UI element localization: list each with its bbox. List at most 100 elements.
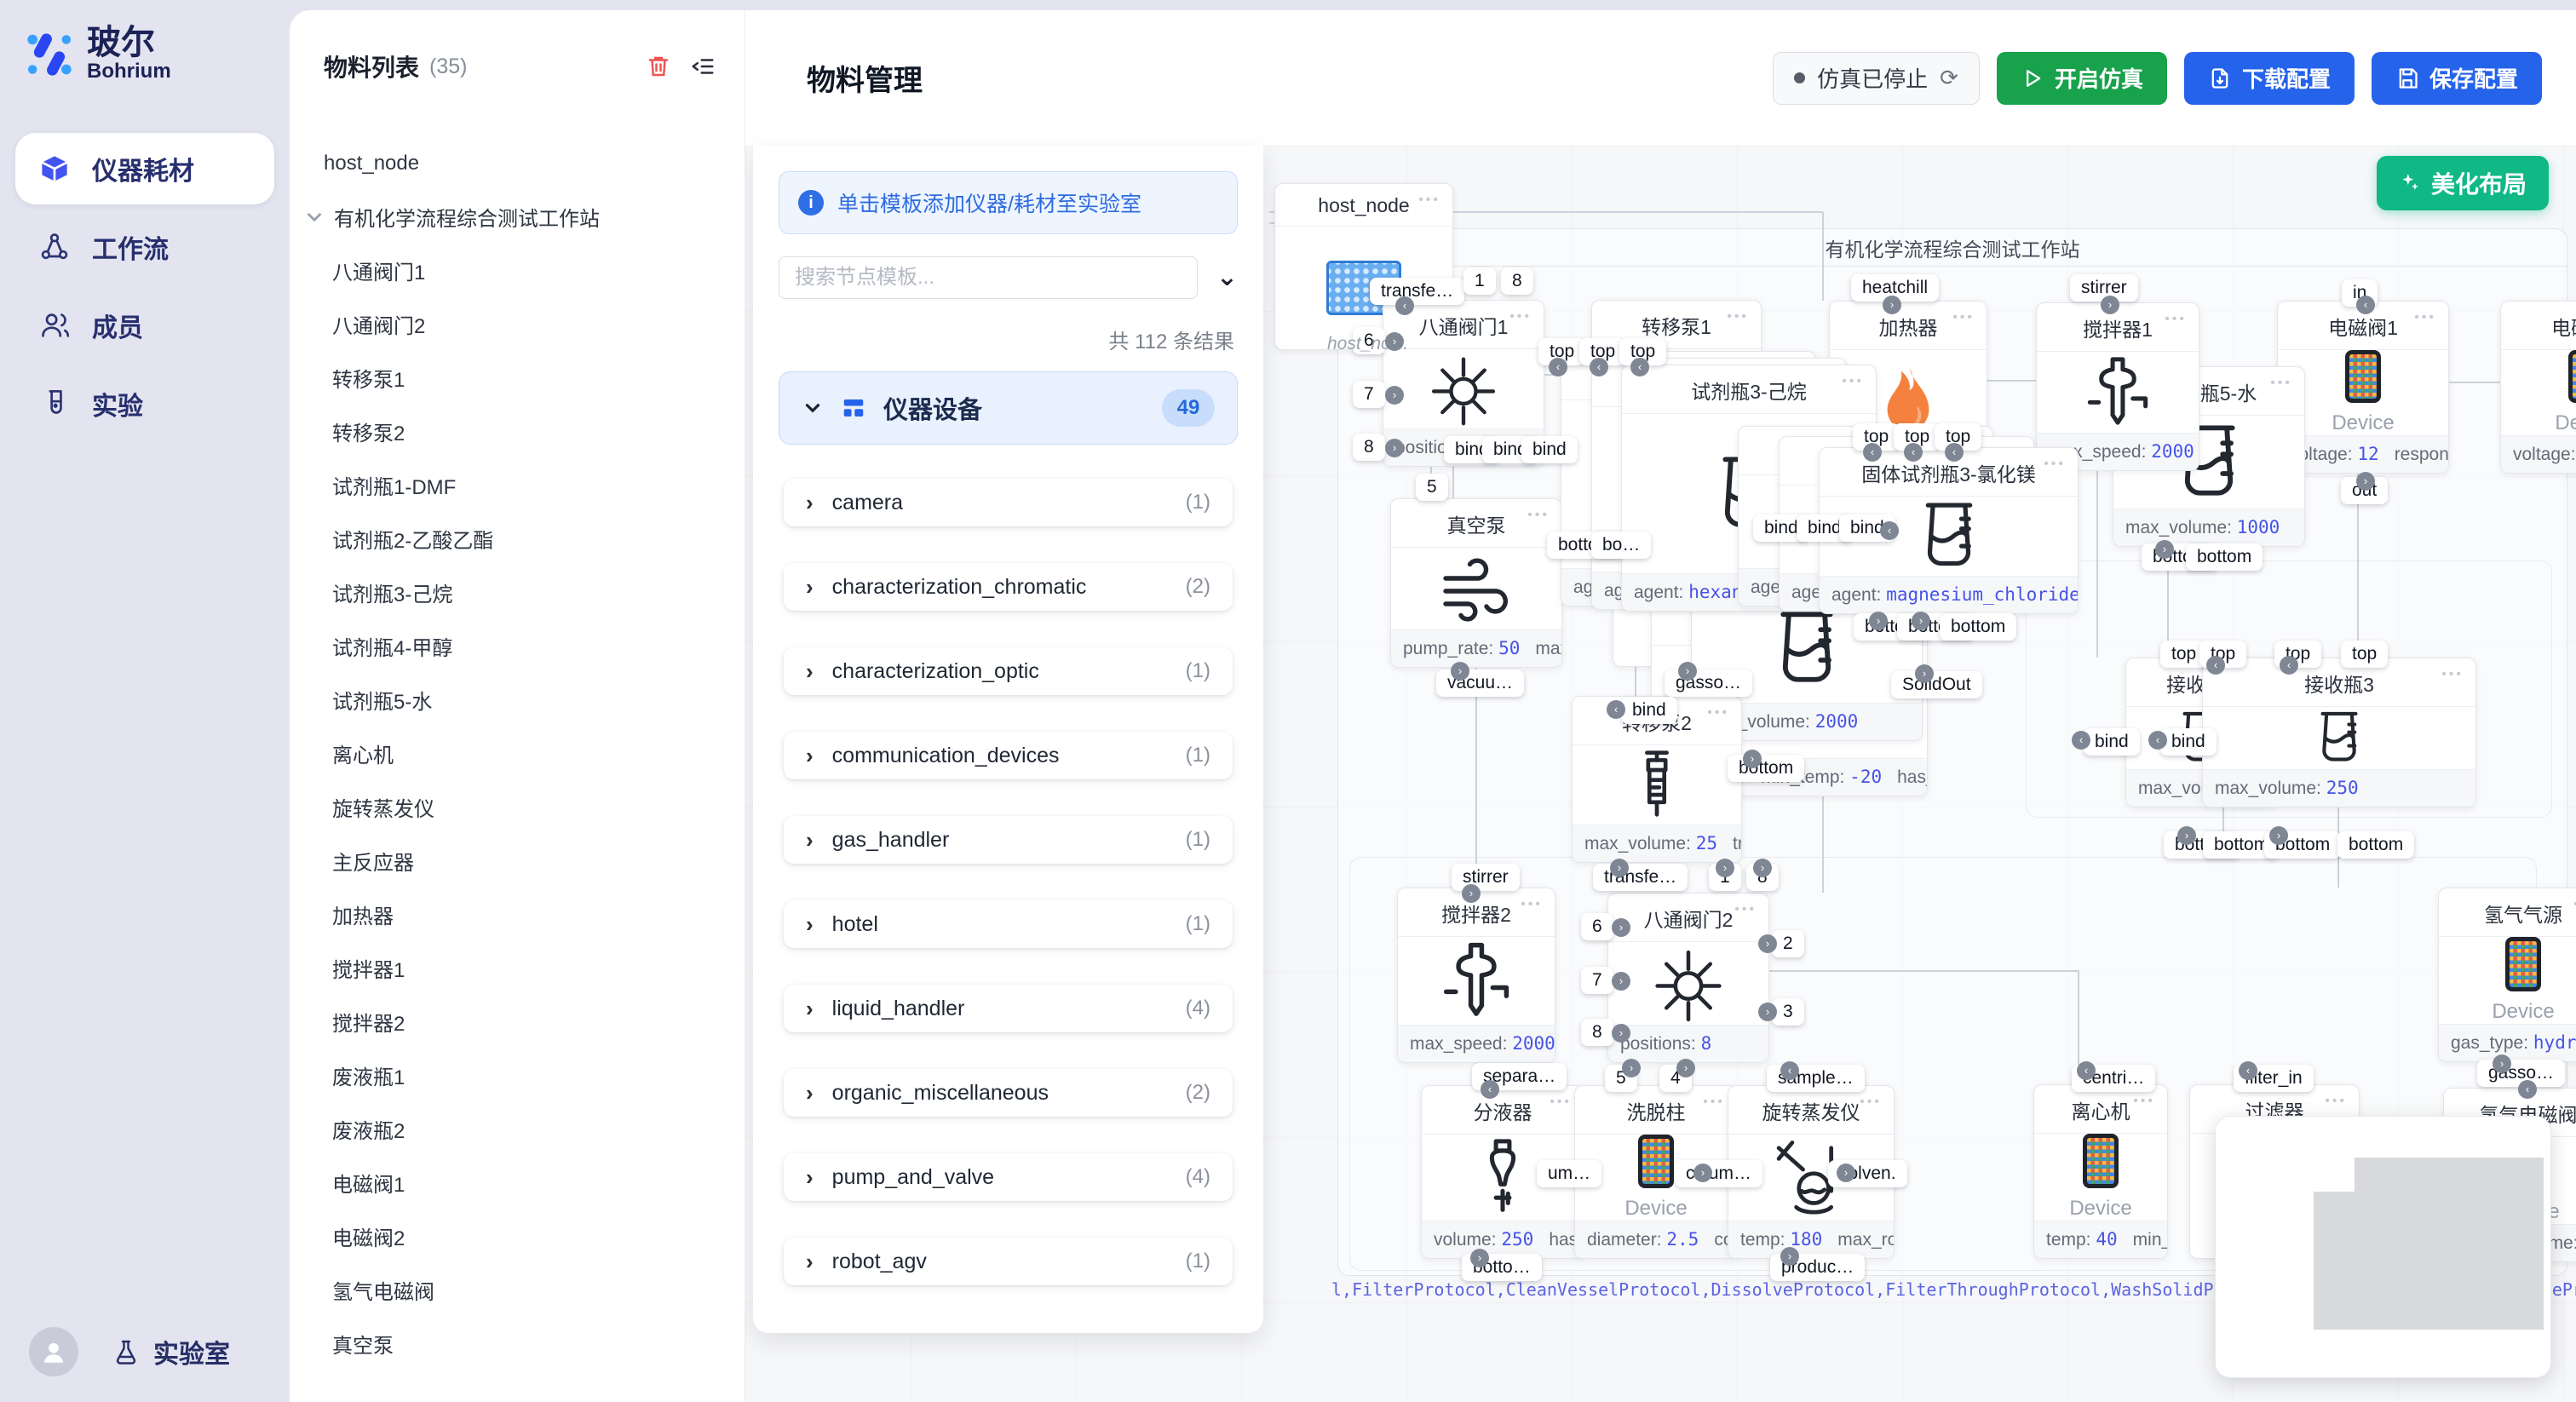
lab-link[interactable]: 实验室 (112, 1333, 230, 1370)
port-handle[interactable]: › (1622, 1059, 1641, 1077)
port-handle[interactable]: ‹ (1904, 443, 1923, 462)
port-handle[interactable]: › (1716, 859, 1734, 877)
node-menu-icon[interactable]: ••• (2044, 457, 2066, 472)
template-item-liquid_handler[interactable]: › liquid_handler (4) (784, 985, 1233, 1032)
node-menu-icon[interactable]: ••• (1952, 310, 1975, 325)
tree-item[interactable]: 离心机 (290, 727, 745, 780)
sidebar-item-experiment[interactable]: 实验 (15, 368, 274, 440)
tree-item[interactable]: 搅拌器2 (290, 995, 745, 1049)
node-menu-icon[interactable]: ••• (2133, 1094, 2155, 1109)
tree-group-workstation[interactable]: 有机化学流程综合测试工作站 (290, 190, 745, 244)
port-handle[interactable]: › (1743, 750, 1762, 768)
template-item-pump_and_valve[interactable]: › pump_and_valve (4) (784, 1153, 1233, 1201)
canvas-node[interactable]: 搅拌器1••• max_speed: 2000 (2036, 302, 2199, 471)
template-item-camera[interactable]: › camera (1) (784, 479, 1233, 526)
tree-item[interactable]: 主反应器 (290, 834, 745, 888)
port-handle[interactable]: › (1676, 1059, 1695, 1077)
tree-item[interactable]: 氢气电磁阀 (290, 1263, 745, 1317)
start-simulation-button[interactable]: 开启仿真 (1997, 52, 2167, 105)
tree-item[interactable]: 废液瓶1 (290, 1049, 745, 1102)
canvas-node[interactable]: 氢气气源••• Devicegas_type: hydrogenmax_pre: (2438, 888, 2576, 1062)
port-handle[interactable]: ‹ (2356, 296, 2375, 314)
canvas-node[interactable]: 八通阀门2••• positions: 8 (1607, 893, 1769, 1063)
trash-icon[interactable] (646, 54, 671, 79)
canvas-node[interactable]: 接收瓶3••• max_volume: 250 (2202, 658, 2476, 807)
node-menu-icon[interactable]: ••• (1527, 508, 1550, 523)
port-handle[interactable]: ‹ (2148, 731, 2167, 750)
port-handle[interactable]: ‹ (1590, 358, 1608, 376)
port-handle[interactable]: › (1470, 1249, 1489, 1267)
port-handle[interactable]: › (2493, 1054, 2511, 1073)
search-input[interactable] (779, 256, 1198, 299)
port-handle[interactable]: ‹ (2280, 656, 2298, 675)
template-item-organic_miscellaneous[interactable]: › organic_miscellaneous (2) (784, 1069, 1233, 1117)
refresh-icon[interactable]: ⟳ (1940, 65, 1958, 91)
port-handle[interactable]: › (1385, 332, 1404, 351)
canvas-node[interactable]: 电磁阀2••• Devicevoltage: 12 (2500, 301, 2576, 474)
tree-item[interactable]: 真空泵 (290, 1317, 745, 1370)
tree-item[interactable]: 转移泵2 (290, 405, 745, 458)
node-menu-icon[interactable]: ••• (1842, 374, 1864, 389)
tree-item[interactable]: 转移泵1 (290, 351, 745, 405)
sidebar-item-cube[interactable]: 仪器耗材 (15, 133, 274, 204)
port-handle[interactable]: › (1385, 439, 1404, 457)
port-handle[interactable]: › (1915, 664, 1934, 683)
canvas-node[interactable]: 搅拌器2••• max_speed: 2000 (1397, 888, 1555, 1063)
node-menu-icon[interactable]: ••• (1509, 309, 1532, 325)
port-handle[interactable]: ‹ (1863, 443, 1882, 462)
tree-item[interactable]: 试剂瓶3-己烷 (290, 566, 745, 619)
chevron-down-icon[interactable]: ⌄ (1216, 265, 1238, 290)
template-item-gas_handler[interactable]: › gas_handler (1) (784, 816, 1233, 864)
node-menu-icon[interactable]: ••• (2270, 376, 2292, 391)
category-instruments[interactable]: 仪器设备 49 (779, 371, 1238, 445)
tree-item[interactable]: 搅拌器1 (290, 941, 745, 995)
tree-item[interactable]: 电磁阀2 (290, 1210, 745, 1263)
port-handle[interactable]: ‹ (1780, 1061, 1799, 1080)
port-handle[interactable]: ‹ (2072, 731, 2090, 750)
node-menu-icon[interactable]: ••• (1703, 1095, 1725, 1110)
tree-item[interactable]: 八通阀门2 (290, 297, 745, 351)
collapse-panel-icon[interactable] (690, 54, 716, 79)
beautify-layout-button[interactable]: 美化布局 (2377, 156, 2549, 210)
port-handle[interactable]: › (1612, 972, 1630, 991)
port-handle[interactable]: ‹ (2239, 1061, 2257, 1080)
port-handle[interactable]: › (1612, 1024, 1630, 1043)
port-handle[interactable]: › (1678, 662, 1697, 681)
port-handle[interactable]: › (1758, 1003, 1777, 1021)
node-menu-icon[interactable]: ••• (1707, 705, 1729, 721)
node-menu-icon[interactable]: ••• (1734, 902, 1757, 917)
tree-item[interactable]: 试剂瓶1-DMF (290, 458, 745, 512)
avatar[interactable] (29, 1327, 78, 1376)
template-item-characterization_optic[interactable]: › characterization_optic (1) (784, 647, 1233, 695)
tree-item[interactable]: 电磁阀1 (290, 1156, 745, 1210)
node-menu-icon[interactable]: ••• (2165, 312, 2187, 327)
sidebar-item-members[interactable]: 成员 (15, 290, 274, 361)
port-handle[interactable]: › (2155, 540, 2174, 559)
port-handle[interactable]: › (1462, 884, 1481, 903)
minimap[interactable] (2215, 1116, 2551, 1378)
template-item-characterization_chromatic[interactable]: › characterization_chromatic (2) (784, 563, 1233, 611)
canvas-node[interactable]: 离心机••• Devicetemp: 40min_temp: 4max_spe: (2033, 1084, 2168, 1259)
port-handle[interactable]: › (1780, 1247, 1799, 1266)
sidebar-item-workflow[interactable]: 工作流 (15, 211, 274, 283)
port-handle[interactable]: › (2101, 296, 2119, 314)
port-handle[interactable]: › (1758, 934, 1777, 953)
port-handle[interactable]: › (1753, 859, 1772, 877)
download-config-button[interactable]: 下载配置 (2184, 52, 2355, 105)
template-item-communication_devices[interactable]: › communication_devices (1) (784, 732, 1233, 779)
port-handle[interactable]: ‹ (2206, 656, 2225, 675)
canvas-node[interactable]: 真空泵••• pump_rate: 50max_vacuum: 0.1 (1390, 498, 1562, 668)
tree-item[interactable]: 试剂瓶2-乙酸乙酯 (290, 512, 745, 566)
port-handle[interactable]: ‹ (1481, 1080, 1499, 1099)
port-handle[interactable]: › (1912, 612, 1930, 630)
port-handle[interactable]: › (2269, 826, 2288, 845)
node-menu-icon[interactable]: ••• (2441, 667, 2464, 682)
port-handle[interactable]: › (1385, 386, 1404, 405)
port-handle[interactable]: ‹ (1395, 296, 1414, 315)
tree-item[interactable]: 废液瓶2 (290, 1102, 745, 1156)
node-menu-icon[interactable]: ••• (1727, 309, 1749, 325)
port-handle[interactable]: › (1837, 1164, 1855, 1182)
port-handle[interactable]: ‹ (2077, 1061, 2096, 1080)
tree-item[interactable]: 旋转蒸发仪 (290, 780, 745, 834)
port-handle[interactable]: ‹ (1607, 700, 1625, 719)
